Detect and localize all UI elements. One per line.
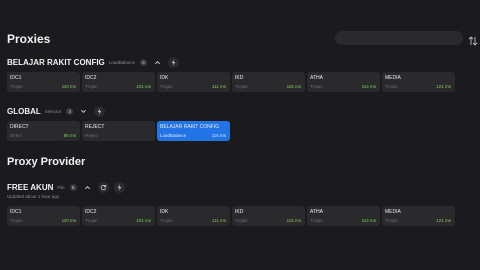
proxy-delay[interactable]: 114 ms: [362, 218, 376, 223]
provider-header-free-akun: FREE AKUN File 6: [7, 181, 125, 193]
proxy-card-idk[interactable]: IDK Trojan 111 ms: [157, 206, 230, 226]
collapse-chevron-icon[interactable]: [152, 57, 163, 68]
proxy-card-idk[interactable]: IDK Trojan 111 ms: [157, 72, 230, 92]
proxy-delay[interactable]: 121 ms: [436, 218, 451, 223]
proxy-delay[interactable]: 111 ms: [212, 218, 226, 223]
proxy-type: Trojan: [385, 84, 398, 89]
proxy-card-belajar-selected[interactable]: BELAJAR RAKIT CONFIG LoadBalance 115 ms: [157, 121, 230, 141]
expand-chevron-icon[interactable]: [78, 106, 89, 117]
latency-test-icon[interactable]: [113, 181, 125, 193]
proxy-type: Trojan: [235, 84, 248, 89]
proxy-type: Trojan: [85, 84, 98, 89]
count-badge: 6: [140, 58, 148, 66]
proxy-delay[interactable]: 111 ms: [212, 84, 226, 89]
proxy-delay[interactable]: 121 ms: [436, 84, 451, 89]
proxy-name: IDK: [160, 209, 169, 215]
provider-type: File: [57, 184, 65, 190]
proxy-delay[interactable]: 115 ms: [212, 133, 226, 138]
collapse-chevron-icon[interactable]: [82, 182, 93, 193]
proxy-card-idc2[interactable]: IDC2 Trojan 101 ms: [82, 72, 155, 92]
proxy-card-idc2[interactable]: IDC2 Trojan 101 ms: [82, 206, 155, 226]
proxy-name: DIRECT: [10, 124, 29, 130]
count-badge: 3: [66, 107, 74, 115]
sort-arrows-icon[interactable]: [468, 33, 478, 46]
proxy-delay[interactable]: 115 ms: [287, 218, 301, 223]
group-name: GLOBAL: [7, 106, 41, 116]
refresh-icon[interactable]: [97, 181, 109, 193]
latency-test-icon[interactable]: [168, 56, 180, 68]
proxy-type: LoadBalance: [160, 133, 187, 138]
provider-updated-time: Updated about 1 hour ago: [7, 194, 60, 199]
proxy-card-idc1[interactable]: IDC1 Trojan 110 ms: [7, 206, 80, 226]
provider-name: FREE AKUN: [7, 182, 54, 192]
proxy-card-media[interactable]: MEDIA Trojan 121 ms: [382, 72, 455, 92]
proxy-type: Trojan: [10, 84, 23, 89]
proxy-card-ikd[interactable]: IKD Trojan 115 ms: [232, 72, 305, 92]
proxy-card-ikd[interactable]: IKD Trojan 115 ms: [232, 206, 305, 226]
proxy-type: Trojan: [85, 218, 98, 223]
group-type: LoadBalance: [108, 59, 136, 65]
proxy-type: Trojan: [10, 218, 23, 223]
group-header-global: GLOBAL Selector 3: [7, 105, 106, 117]
page-title: Proxies: [7, 32, 51, 46]
proxy-name: ATHA: [310, 75, 323, 81]
proxy-card-reject[interactable]: REJECT Reject: [82, 121, 155, 141]
proxy-name: REJECT: [85, 124, 105, 130]
proxy-card-idc1[interactable]: IDC1 Trojan 110 ms: [7, 72, 80, 92]
proxy-type: Trojan: [310, 218, 323, 223]
proxy-name: ATHA: [310, 209, 323, 215]
proxy-delay[interactable]: 110 ms: [62, 84, 76, 89]
proxy-delay[interactable]: 101 ms: [136, 84, 151, 89]
proxy-type: Trojan: [160, 218, 173, 223]
proxy-type: Direct: [10, 133, 22, 138]
proxy-delay[interactable]: 101 ms: [136, 218, 151, 223]
proxy-card-direct[interactable]: DIRECT Direct 85 ms: [7, 121, 80, 141]
proxy-name: IDC2: [85, 209, 97, 215]
proxy-name: IDC1: [10, 75, 22, 81]
proxy-name: IDC1: [10, 209, 22, 215]
proxy-card-atha[interactable]: ATHA Trojan 114 ms: [307, 72, 380, 92]
proxy-delay[interactable]: 110 ms: [62, 218, 76, 223]
proxy-name: BELAJAR RAKIT CONFIG: [160, 124, 220, 130]
proxy-name: IDK: [160, 75, 169, 81]
proxy-name: IKD: [235, 209, 244, 215]
proxy-name: MEDIA: [385, 209, 401, 215]
proxy-name: MEDIA: [385, 75, 401, 81]
proxy-card-media[interactable]: MEDIA Trojan 121 ms: [382, 206, 455, 226]
proxy-type: Trojan: [310, 84, 323, 89]
proxy-delay[interactable]: 115 ms: [287, 84, 301, 89]
group-header-belajar: BELAJAR RAKIT CONFIG LoadBalance 6: [7, 56, 180, 68]
section-title-proxy-provider: Proxy Provider: [7, 156, 86, 168]
count-badge: 6: [69, 183, 77, 191]
search-input[interactable]: [335, 31, 463, 45]
proxy-delay[interactable]: 85 ms: [64, 133, 76, 138]
proxy-type: Trojan: [160, 84, 173, 89]
group-type: Selector: [44, 108, 62, 114]
proxy-type: Trojan: [235, 218, 248, 223]
group-name: BELAJAR RAKIT CONFIG: [7, 57, 105, 67]
proxy-type: Reject: [85, 133, 98, 138]
proxy-type: Trojan: [385, 218, 398, 223]
latency-test-icon[interactable]: [94, 105, 106, 117]
proxy-name: IKD: [235, 75, 244, 81]
proxy-delay[interactable]: 114 ms: [362, 84, 376, 89]
proxy-name: IDC2: [85, 75, 97, 81]
proxy-card-atha[interactable]: ATHA Trojan 114 ms: [307, 206, 380, 226]
